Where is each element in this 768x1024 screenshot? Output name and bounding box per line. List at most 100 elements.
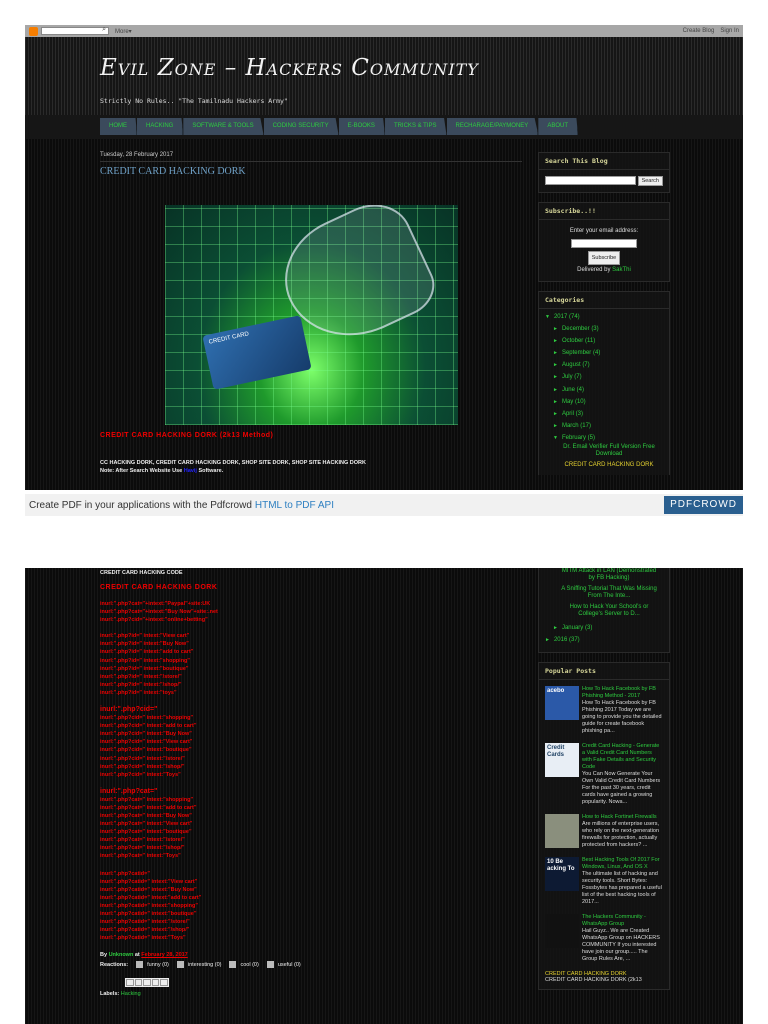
blog-search-input[interactable] xyxy=(545,176,636,185)
toggle-arrow-icon[interactable]: ► xyxy=(553,374,558,380)
toggle-arrow-icon[interactable]: ► xyxy=(545,637,550,643)
popular-post-text: How To Hack Facebook by FB Phishing Meth… xyxy=(582,686,663,735)
popular-post-title[interactable]: Best Hacking Tools Of 2017 For Windows, … xyxy=(582,857,663,871)
archive-item[interactable]: ► 2016 (37) xyxy=(545,634,663,646)
archive-label[interactable]: September xyxy=(562,350,591,356)
archive-item[interactable]: ► December (3) xyxy=(545,323,663,335)
post-thumbnail[interactable]: acebo xyxy=(545,686,579,721)
toggle-arrow-icon[interactable]: ► xyxy=(553,387,558,393)
post-title[interactable]: CREDIT CARD HACKING DORK xyxy=(100,166,522,177)
archive-item[interactable]: ► September (4) xyxy=(545,347,663,359)
search-button[interactable]: Search xyxy=(637,176,663,186)
archive-label[interactable]: October xyxy=(562,338,583,344)
email-input[interactable] xyxy=(571,239,637,248)
archive-post[interactable]: A Sniffing Tutorial That Was Missing Fro… xyxy=(545,586,663,604)
label-link[interactable]: Hacking xyxy=(121,991,141,997)
create-blog-link[interactable]: Create Blog xyxy=(683,28,715,34)
popular-post: acebo How To Hack Facebook by FB Phishing… xyxy=(545,686,663,735)
archive-label[interactable]: July xyxy=(562,374,573,380)
popular-post-text: Credit Card Hacking - Generate a Valid C… xyxy=(582,743,663,806)
blog-title[interactable]: Evil Zone – Hackers Community xyxy=(100,55,479,81)
navbar-search-input[interactable]: ⌕ xyxy=(41,26,109,35)
nav-tab-about[interactable]: ABOUT xyxy=(538,118,578,135)
reaction-checkbox[interactable] xyxy=(176,961,184,969)
toggle-arrow-icon[interactable]: ► xyxy=(553,625,558,631)
archive-label[interactable]: 2016 xyxy=(554,637,567,643)
more-menu[interactable]: More▾ xyxy=(115,28,132,35)
archive-item[interactable]: ► April (3) xyxy=(545,408,663,420)
archive-item[interactable]: ▼ February (5) xyxy=(545,432,663,444)
nav-tab-software-tools[interactable]: SOFTWARE & TOOLS xyxy=(183,118,264,135)
nav-tab-hacking[interactable]: HACKING xyxy=(137,118,184,135)
reaction-checkbox[interactable] xyxy=(266,961,274,969)
archive-label[interactable]: August xyxy=(562,362,581,368)
havij-link[interactable]: Havij xyxy=(184,468,197,474)
archive-label[interactable]: December xyxy=(562,326,590,332)
toggle-arrow-icon[interactable]: ► xyxy=(553,338,558,344)
archive-label[interactable]: January xyxy=(562,625,583,631)
nav-tab-tricks-tips[interactable]: TRICKS & TIPS xyxy=(384,118,447,135)
archive-item[interactable]: ► June (4) xyxy=(545,384,663,396)
post-thumbnail[interactable] xyxy=(545,914,579,949)
author-link[interactable]: Unknown xyxy=(109,952,134,958)
nav-tab-e-books[interactable]: E-BOOKS xyxy=(338,118,385,135)
archive-item[interactable]: ▼ 2017 (74) xyxy=(545,311,663,323)
archive-item[interactable]: ► January (3) xyxy=(545,622,663,634)
categories-widget-cont: MITM Attack in LAN (Demonstrated by FB H… xyxy=(538,568,670,654)
post-date-link[interactable]: February 28, 2017 xyxy=(141,952,187,958)
toggle-arrow-icon[interactable]: ► xyxy=(553,350,558,356)
archive-label[interactable]: June xyxy=(562,387,575,393)
reaction-checkbox[interactable] xyxy=(229,961,237,969)
popular-post-text: How to Hack Fortinet Firewalls Are millio… xyxy=(582,814,663,849)
archive-label[interactable]: 2017 xyxy=(554,314,567,320)
archive-item[interactable]: ► May (10) xyxy=(545,396,663,408)
delivered-by-link[interactable]: SakThi xyxy=(612,267,631,273)
archive-post[interactable]: How to Hack Your School's or College's S… xyxy=(545,604,663,622)
toggle-arrow-icon[interactable]: ► xyxy=(553,423,558,429)
post-thumbnail[interactable] xyxy=(545,814,579,849)
archive-label[interactable]: April xyxy=(562,411,574,417)
popular-post-title[interactable]: How to Hack Fortinet Firewalls xyxy=(582,814,663,821)
twitter-share-icon[interactable] xyxy=(143,979,151,987)
dork-line: inurl:".php?cat=" intext:"add to cart" xyxy=(100,804,197,811)
archive-item[interactable]: ► March (17) xyxy=(545,420,663,432)
nav-tab-coding-security[interactable]: CODING SECURITY xyxy=(263,118,339,135)
toggle-arrow-icon[interactable]: ► xyxy=(553,326,558,332)
email-share-icon[interactable] xyxy=(126,979,134,987)
popular-post: 10 Be acking To Best Hacking Tools Of 201… xyxy=(545,857,663,906)
toggle-arrow-icon[interactable]: ► xyxy=(553,411,558,417)
popular-post-title[interactable]: How To Hack Facebook by FB Phishing Meth… xyxy=(582,686,663,700)
toggle-arrow-icon[interactable]: ► xyxy=(553,362,558,368)
subscribe-button[interactable]: Subscribe xyxy=(587,251,621,265)
archive-item[interactable]: ► July (7) xyxy=(545,371,663,383)
archive-post[interactable]: Dr. Email Verifier Full Version Free Dow… xyxy=(545,444,663,458)
toggle-arrow-icon[interactable]: ► xyxy=(553,399,558,405)
reaction-checkbox[interactable] xyxy=(136,961,144,969)
archive-post-current[interactable]: CREDIT CARD HACKING DORK xyxy=(545,458,663,469)
archive-item[interactable]: ► August (7) xyxy=(545,359,663,371)
facebook-share-icon[interactable] xyxy=(151,979,160,987)
pdfcrowd-link[interactable]: HTML to PDF API xyxy=(255,500,334,511)
pinterest-share-icon[interactable] xyxy=(160,979,168,987)
pdfcrowd-banner: Create PDF in your applications with the… xyxy=(25,494,743,516)
archive-item[interactable]: ► October (11) xyxy=(545,335,663,347)
nav-tab-home[interactable]: HOME xyxy=(100,118,137,135)
dork-line: inurl:".php?cid=" intext:"/shop/" xyxy=(100,763,185,770)
archive-label[interactable]: May xyxy=(562,399,573,405)
archive-label[interactable]: February xyxy=(562,435,586,441)
popular-post-title[interactable]: Credit Card Hacking - Generate a Valid C… xyxy=(582,743,663,771)
sign-in-link[interactable]: Sign In xyxy=(720,28,739,34)
blog-share-icon[interactable] xyxy=(134,979,143,987)
toggle-arrow-icon[interactable]: ▼ xyxy=(553,435,558,441)
nav-tab-recharage-paymoney[interactable]: RECHARAGE/PAYMONEY xyxy=(446,118,539,135)
archive-label[interactable]: March xyxy=(562,423,579,429)
post-thumbnail[interactable]: Credit Cards xyxy=(545,743,579,778)
archive-post[interactable]: MITM Attack in LAN (Demonstrated by FB H… xyxy=(545,568,663,586)
blogger-logo-icon[interactable] xyxy=(29,26,38,36)
popular-post-title[interactable]: The Hackers Community - WhatsApp Group xyxy=(582,914,663,928)
search-icon[interactable]: ⌕ xyxy=(102,26,106,34)
pdfcrowd-button[interactable]: PDFCROWD xyxy=(664,496,743,514)
toggle-arrow-icon[interactable]: ▼ xyxy=(545,314,550,320)
post-thumbnail[interactable]: 10 Be acking To xyxy=(545,857,579,892)
archive-count: (37) xyxy=(568,637,580,644)
